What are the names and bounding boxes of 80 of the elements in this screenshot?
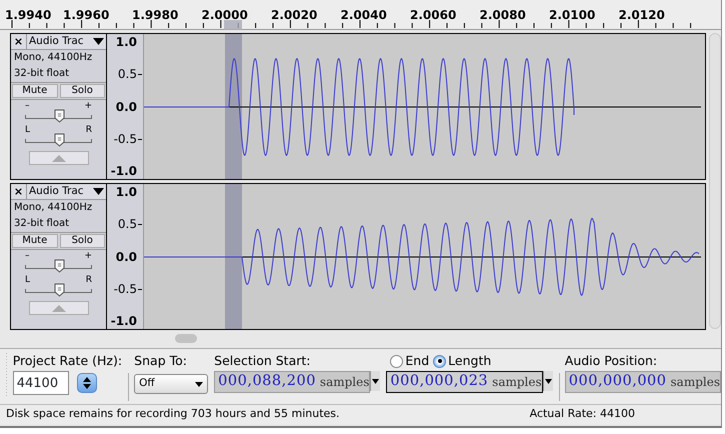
track-info: 32-bit float [13, 67, 70, 81]
time-field[interactable]: 000,000,000 samples [564, 371, 721, 393]
tick-mark [138, 74, 142, 76]
amplitude-label: 0.0 [116, 250, 137, 262]
radio-button[interactable] [433, 354, 446, 368]
solo-button[interactable]: Solo [60, 234, 105, 248]
ruler-label: 2.0080 [480, 7, 526, 24]
horizontal-scrollbar-thumb[interactable] [175, 334, 197, 343]
ruler-label: 2.0100 [549, 7, 596, 24]
close-button[interactable]: × [11, 184, 27, 199]
ruler-label: 1.9940 [5, 7, 52, 24]
ruler-label: 2.0040 [340, 7, 387, 24]
mute-button[interactable]: Mute [12, 234, 58, 248]
track-name-menu[interactable]: Audio Trac [27, 184, 106, 199]
gain-slider-thumb[interactable] [54, 109, 64, 123]
dropdown-caret-icon [195, 382, 204, 386]
amplitude-label: -0.5 [114, 282, 137, 295]
selection-start-label: Selection Start: [214, 353, 312, 369]
gain-slider-thumb[interactable] [54, 259, 64, 273]
radio-option[interactable]: Length [433, 352, 492, 370]
amplitude-label: 0.5 [118, 68, 137, 80]
time-digits: 000,000,023 [390, 372, 488, 392]
actual-rate: Actual Rate: 44100 [530, 406, 635, 422]
track-info: Mono, 44100Hz [13, 201, 94, 215]
pan-slider-thumb[interactable] [54, 283, 64, 297]
up-down-arrows-icon [82, 377, 91, 389]
amplitude-label: 1.0 [116, 36, 137, 48]
amplitude-label: 1.0 [116, 186, 137, 198]
dropdown-caret-icon [372, 378, 380, 384]
amplitude-label: -1.0 [110, 165, 137, 177]
amplitude-label: 0.0 [116, 100, 137, 112]
audio-position-label: Audio Position: [564, 353, 658, 369]
dropdown-caret-icon [544, 378, 552, 384]
ruler-label: 2.0020 [271, 7, 318, 24]
close-button[interactable]: × [11, 34, 27, 49]
project-rate-label: Project Rate (Hz): [12, 353, 122, 369]
amplitude-label: -1.0 [110, 315, 137, 327]
time-digits: 000,000,000 [568, 372, 667, 392]
slider-label: R [86, 126, 92, 135]
slider-label: + [84, 252, 92, 261]
tick-mark [138, 138, 142, 140]
slider-label: + [84, 102, 92, 111]
time-field[interactable]: 000,000,023 samples [386, 371, 543, 393]
solo-button[interactable]: Solo [60, 84, 105, 98]
time-digits: 000,088,200 [218, 372, 316, 392]
amplitude-label: 0.5 [118, 218, 137, 230]
slider-label: – [25, 102, 30, 111]
snap-to-dropdown[interactable]: Off [134, 374, 208, 394]
tick-mark [138, 224, 142, 226]
slider-label: – [25, 252, 30, 261]
radio-option[interactable]: End [390, 352, 430, 370]
snap-to-label: Snap To: [134, 353, 188, 369]
tick-mark [138, 288, 142, 290]
slider-label: L [25, 276, 30, 285]
ruler-label: 1.9960 [63, 7, 110, 24]
ruler-label: 2.0060 [410, 7, 456, 24]
ruler-label: 2.0120 [618, 7, 665, 24]
pan-slider-thumb[interactable] [54, 133, 64, 147]
dropdown-caret-icon [93, 188, 104, 195]
radio-button[interactable] [390, 354, 404, 368]
ruler-label: 1.9980 [132, 7, 178, 24]
status-message: Disk space remains for recording 703 hours and 55 minutes. [6, 406, 340, 422]
ruler-label: 2.0000 [202, 7, 248, 24]
amplitude-label: -0.5 [114, 132, 137, 145]
track-name-menu[interactable]: Audio Trac [27, 34, 106, 49]
track-info: Mono, 44100Hz [13, 51, 94, 65]
time-unit: samples [492, 374, 542, 391]
mute-button[interactable]: Mute [12, 84, 58, 98]
time-field[interactable]: 000,088,200 samples [214, 371, 370, 393]
rate-stepper-button[interactable] [76, 373, 97, 393]
slider-label: R [86, 276, 92, 285]
slider-label: L [25, 126, 30, 135]
time-unit: samples [670, 374, 720, 391]
time-unit: samples [320, 374, 370, 391]
up-triangle-icon [52, 304, 66, 312]
up-triangle-icon [52, 154, 66, 162]
vertical-scrollbar[interactable] [709, 33, 721, 329]
project-rate-field[interactable]: 44100 [12, 371, 69, 395]
dropdown-caret-icon [93, 38, 104, 45]
track-info: 32-bit float [13, 217, 70, 231]
